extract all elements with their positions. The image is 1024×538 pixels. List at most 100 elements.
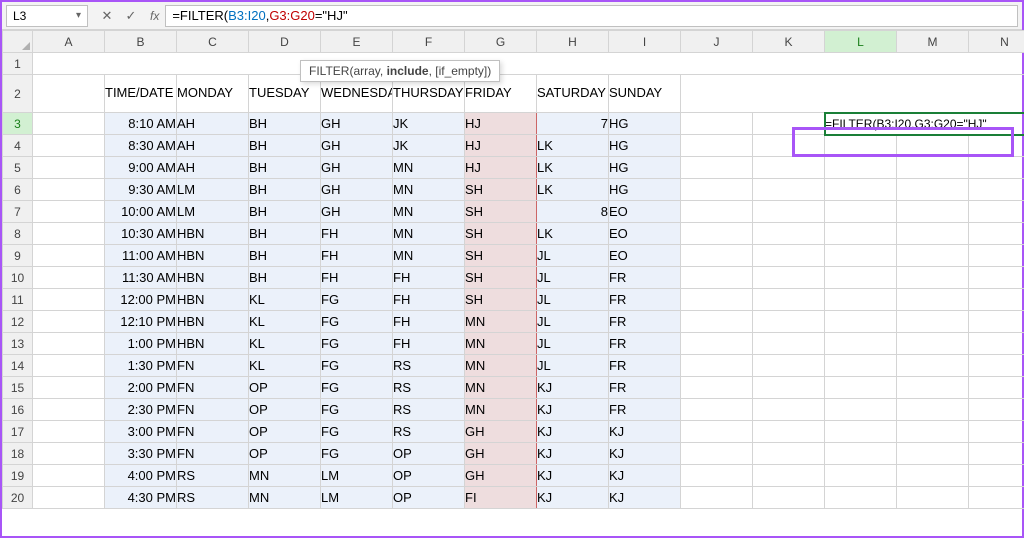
table-cell[interactable]: FG: [321, 311, 393, 333]
table-cell[interactable]: FG: [321, 443, 393, 465]
cell-A18[interactable]: [33, 443, 105, 465]
cell-L13[interactable]: [825, 333, 897, 355]
col-header-D[interactable]: D: [249, 31, 321, 53]
table-cell[interactable]: HBN: [177, 333, 249, 355]
cell-J17[interactable]: [681, 421, 753, 443]
cell-N9[interactable]: [969, 245, 1024, 267]
table-cell[interactable]: FR: [609, 377, 681, 399]
col-header-K[interactable]: K: [753, 31, 825, 53]
row-header-8[interactable]: 8: [3, 223, 33, 245]
cell-M9[interactable]: [897, 245, 969, 267]
cell-A13[interactable]: [33, 333, 105, 355]
table-cell[interactable]: OP: [249, 421, 321, 443]
table-cell[interactable]: EO: [609, 223, 681, 245]
cell-J8[interactable]: [681, 223, 753, 245]
cell-N15[interactable]: [969, 377, 1024, 399]
table-cell[interactable]: KL: [249, 311, 321, 333]
cell-M18[interactable]: [897, 443, 969, 465]
cell-M11[interactable]: [897, 289, 969, 311]
col-header-I[interactable]: I: [609, 31, 681, 53]
table-cell[interactable]: MN: [393, 223, 465, 245]
table-cell[interactable]: MN: [465, 355, 537, 377]
table-cell[interactable]: LK: [537, 135, 609, 157]
name-box-dropdown-icon[interactable]: ▾: [76, 10, 81, 21]
row-header-10[interactable]: 10: [3, 267, 33, 289]
cell-N17[interactable]: [969, 421, 1024, 443]
table-cell[interactable]: LM: [177, 179, 249, 201]
table-cell[interactable]: LM: [177, 201, 249, 223]
cell-A8[interactable]: [33, 223, 105, 245]
cell-K18[interactable]: [753, 443, 825, 465]
col-header-G[interactable]: G: [465, 31, 537, 53]
table-cell[interactable]: FG: [321, 333, 393, 355]
table-cell[interactable]: RS: [177, 487, 249, 509]
cell-L4[interactable]: [825, 135, 897, 157]
table-cell[interactable]: 1:30 PM: [105, 355, 177, 377]
table-cell[interactable]: 8:10 AM: [105, 113, 177, 135]
cell-L20[interactable]: [825, 487, 897, 509]
table-cell[interactable]: EO: [609, 201, 681, 223]
table-cell[interactable]: SH: [465, 245, 537, 267]
row-header-13[interactable]: 13: [3, 333, 33, 355]
table-cell[interactable]: 7: [537, 113, 609, 135]
table-cell[interactable]: KJ: [537, 399, 609, 421]
cell-L11[interactable]: [825, 289, 897, 311]
cell-J15[interactable]: [681, 377, 753, 399]
table-cell[interactable]: BH: [249, 223, 321, 245]
cell-M8[interactable]: [897, 223, 969, 245]
table-cell[interactable]: FN: [177, 399, 249, 421]
table-cell[interactable]: MN: [393, 157, 465, 179]
table-cell[interactable]: BH: [249, 157, 321, 179]
cell-N8[interactable]: [969, 223, 1024, 245]
cell-N13[interactable]: [969, 333, 1024, 355]
table-cell[interactable]: FG: [321, 289, 393, 311]
col-header-A[interactable]: A: [33, 31, 105, 53]
col-header-E[interactable]: E: [321, 31, 393, 53]
cell-M10[interactable]: [897, 267, 969, 289]
table-cell[interactable]: SH: [465, 179, 537, 201]
table-cell[interactable]: 9:00 AM: [105, 157, 177, 179]
table-cell[interactable]: LK: [537, 157, 609, 179]
table-cell[interactable]: HBN: [177, 267, 249, 289]
row-2-tail[interactable]: [681, 75, 1024, 113]
table-cell[interactable]: 11:30 AM: [105, 267, 177, 289]
table-cell[interactable]: AH: [177, 135, 249, 157]
table-cell[interactable]: RS: [393, 399, 465, 421]
table-cell[interactable]: FR: [609, 311, 681, 333]
table-cell[interactable]: KJ: [537, 487, 609, 509]
table-cell[interactable]: LM: [321, 465, 393, 487]
table-cell[interactable]: EO: [609, 245, 681, 267]
table-cell[interactable]: 4:30 PM: [105, 487, 177, 509]
cell-L18[interactable]: [825, 443, 897, 465]
cell-K16[interactable]: [753, 399, 825, 421]
table-cell[interactable]: 8:30 AM: [105, 135, 177, 157]
cell-J6[interactable]: [681, 179, 753, 201]
cell-J13[interactable]: [681, 333, 753, 355]
header-sat[interactable]: SATURDAY: [537, 75, 609, 113]
table-cell[interactable]: FI: [465, 487, 537, 509]
table-cell[interactable]: 1:00 PM: [105, 333, 177, 355]
table-cell[interactable]: HBN: [177, 223, 249, 245]
row-header-4[interactable]: 4: [3, 135, 33, 157]
table-cell[interactable]: FG: [321, 399, 393, 421]
cell-L9[interactable]: [825, 245, 897, 267]
cell-A7[interactable]: [33, 201, 105, 223]
table-cell[interactable]: RS: [393, 377, 465, 399]
cell-A16[interactable]: [33, 399, 105, 421]
table-cell[interactable]: 12:00 PM: [105, 289, 177, 311]
col-header-C[interactable]: C: [177, 31, 249, 53]
table-cell[interactable]: SH: [465, 289, 537, 311]
table-cell[interactable]: MN: [465, 399, 537, 421]
cell-J14[interactable]: [681, 355, 753, 377]
cell-A5[interactable]: [33, 157, 105, 179]
cell-L3[interactable]: =FILTER(B3:I20,G3:G20="HJ": [825, 113, 1024, 135]
table-cell[interactable]: GH: [465, 465, 537, 487]
cell-K4[interactable]: [753, 135, 825, 157]
col-header-B[interactable]: B: [105, 31, 177, 53]
row-header-5[interactable]: 5: [3, 157, 33, 179]
table-cell[interactable]: 9:30 AM: [105, 179, 177, 201]
cell-L19[interactable]: [825, 465, 897, 487]
cell-J3[interactable]: [681, 113, 753, 135]
table-cell[interactable]: KJ: [537, 443, 609, 465]
cell-J18[interactable]: [681, 443, 753, 465]
